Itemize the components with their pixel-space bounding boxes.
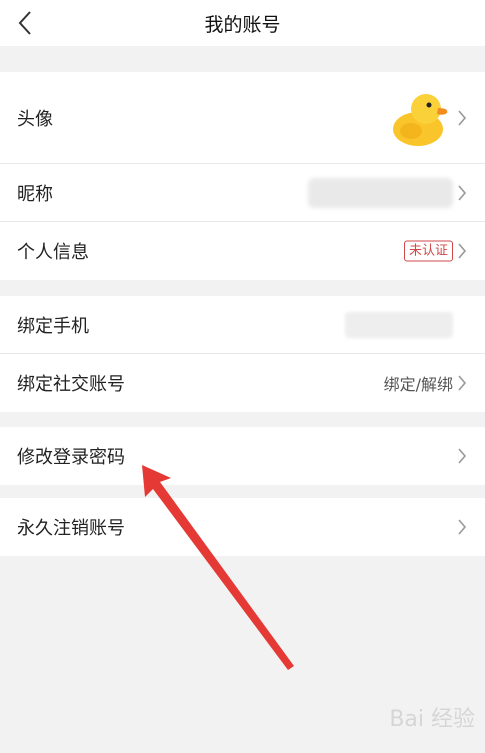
- phone-value-blurred: [345, 311, 453, 338]
- personal-info-label: 个人信息: [17, 242, 89, 263]
- change-password-row[interactable]: 修改登录密码: [0, 427, 485, 485]
- phone-binding-label: 绑定手机: [17, 315, 89, 337]
- page-title: 我的账号: [204, 13, 281, 36]
- social-binding-value: 绑定/解绑: [383, 375, 453, 394]
- chevron-right-icon: [458, 243, 467, 259]
- chevron-right-icon: [458, 184, 467, 201]
- profile-group: 头像 昵称 个人信息 未认证: [0, 72, 485, 280]
- status-badge: 未认证: [403, 240, 453, 262]
- delete-account-row[interactable]: 永久注销账号: [0, 498, 485, 556]
- back-chevron-icon[interactable]: [10, 8, 40, 38]
- chevron-right-icon: [458, 448, 467, 464]
- phone-binding-row[interactable]: 绑定手机: [0, 296, 485, 354]
- top-bar: 我的账号: [0, 0, 485, 46]
- personal-info-row[interactable]: 个人信息 未认证: [0, 222, 485, 280]
- watermark: Bai 经验: [389, 707, 475, 732]
- binding-group: 绑定手机 绑定社交账号 绑定/解绑: [0, 296, 485, 412]
- avatar-row[interactable]: 头像: [0, 72, 485, 164]
- social-binding-row[interactable]: 绑定社交账号 绑定/解绑: [0, 354, 485, 412]
- social-binding-action[interactable]: 绑定/解绑: [384, 371, 453, 395]
- nickname-label: 昵称: [17, 183, 53, 205]
- verification-status: 未认证: [403, 240, 453, 262]
- duck-avatar-icon: [393, 93, 448, 146]
- delete-account-label: 永久注销账号: [17, 518, 125, 539]
- nickname-row[interactable]: 昵称: [0, 164, 485, 222]
- chevron-right-icon: [458, 109, 467, 126]
- chevron-right-icon: [458, 375, 467, 391]
- security-group: 修改登录密码: [0, 427, 485, 485]
- avatar-label: 头像: [17, 108, 53, 130]
- nickname-value-blurred: [308, 177, 453, 208]
- chevron-right-icon: [458, 519, 467, 535]
- change-password-label: 修改登录密码: [17, 447, 125, 468]
- social-binding-label: 绑定社交账号: [17, 374, 125, 395]
- avatar[interactable]: [391, 87, 449, 149]
- account-group: 永久注销账号: [0, 498, 485, 556]
